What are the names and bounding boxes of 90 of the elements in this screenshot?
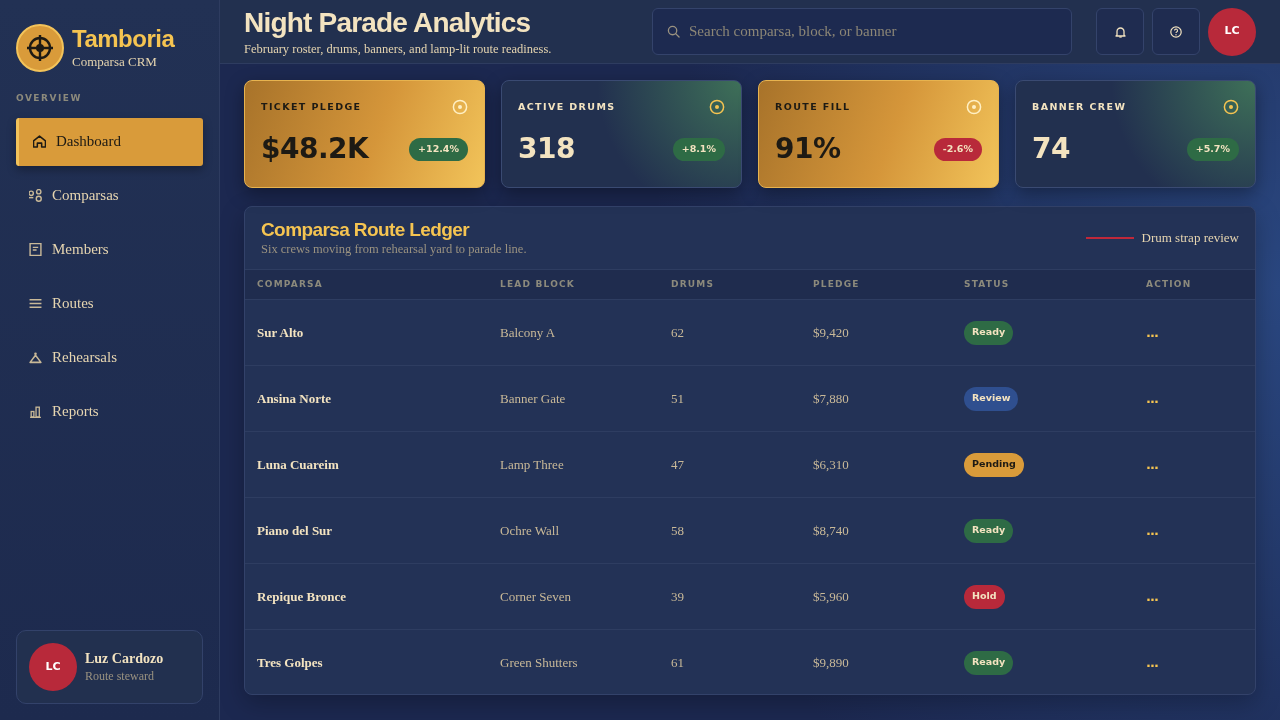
table-cell-text: $7,880	[813, 389, 849, 408]
target-icon	[966, 99, 982, 115]
table-cell-text: $9,890	[813, 653, 849, 672]
brand-subtitle: Comparsa CRM	[72, 53, 158, 71]
status-badge: Review	[964, 386, 1019, 411]
row-actions-button[interactable]: ...	[1146, 589, 1158, 604]
help-button[interactable]	[1152, 8, 1200, 55]
column-header: DRUMS	[671, 277, 715, 291]
table-cell-text: Ochre Wall	[500, 521, 559, 540]
nav-item[interactable]: Reports	[16, 387, 203, 436]
ledger-title: Comparsa Route Ledger	[261, 219, 471, 241]
table-cell-text: $6,310	[813, 455, 849, 474]
target-icon	[709, 99, 725, 115]
table-cell-text: 47	[671, 455, 684, 474]
row-actions-button[interactable]: ...	[1146, 523, 1158, 538]
lines-icon	[29, 297, 42, 310]
row-actions-button[interactable]: ...	[1146, 457, 1158, 472]
search-icon	[667, 25, 680, 38]
nav-item[interactable]: Members	[16, 225, 203, 274]
kpi-value: 91%	[775, 132, 841, 166]
column-header: ACTION	[1146, 277, 1192, 291]
delta-badge: +8.1%	[672, 137, 725, 161]
section-label: OVERVIEW	[15, 92, 82, 105]
table-cell-text: Luna Cuareim	[257, 455, 339, 474]
target-icon	[1223, 99, 1239, 115]
search-field[interactable]: Search comparsa, block, or banner	[652, 8, 1072, 55]
user-avatar: LC	[29, 643, 77, 691]
table-cell-text: Ansina Norte	[257, 389, 332, 408]
table-cell-text: Balcony A	[500, 323, 556, 342]
circles-icon	[29, 189, 42, 202]
table-cell-text: 39	[671, 587, 684, 606]
delta-badge: +12.4%	[409, 137, 468, 161]
status-badge: Hold	[964, 584, 1005, 609]
column-header: STATUS	[964, 277, 1010, 291]
kpi-value: 74	[1032, 132, 1070, 166]
table-cell-text: Tres Golpes	[257, 653, 323, 672]
table-cell-text: Lamp Three	[500, 455, 564, 474]
table-cell-text: Banner Gate	[500, 389, 566, 408]
column-header: COMPARSA	[257, 277, 323, 291]
delta-badge: -2.6%	[933, 137, 982, 161]
bell-icon	[1114, 25, 1126, 38]
bar-chart-icon	[29, 405, 42, 418]
legend-line-icon	[1085, 237, 1134, 239]
ledger-subtitle: Six crews moving from rehearsal yard to parade line.	[261, 241, 527, 257]
row-actions-button[interactable]: ...	[1146, 325, 1158, 340]
table-cell-text: Green Shutters	[500, 653, 578, 672]
brand-name: Tamboria	[72, 25, 175, 53]
status-badge: Ready	[964, 650, 1014, 675]
user-avatar[interactable]: LC	[1208, 7, 1256, 56]
document-icon	[29, 243, 42, 256]
delta-badge: +5.7%	[1186, 137, 1239, 161]
nav-item[interactable]: Rehearsals	[16, 333, 203, 382]
legend-label: Drum strap review	[1141, 229, 1239, 248]
table-cell-text: Piano del Sur	[257, 521, 333, 540]
table-cell-text: 61	[671, 653, 684, 672]
status-badge: Pending	[964, 452, 1024, 477]
table-cell-text: $8,740	[813, 521, 849, 540]
table-cell-text: $9,420	[813, 323, 849, 342]
user-role: Route steward	[85, 668, 155, 684]
user-name: Luz Cardozo	[85, 650, 164, 668]
table-cell-text: Corner Seven	[500, 587, 572, 606]
table-cell-text: $5,960	[813, 587, 849, 606]
row-actions-button[interactable]: ...	[1146, 655, 1158, 670]
page-subtitle: February roster, drums, banners, and lamp-lit route readiness.	[244, 40, 552, 57]
status-badge: Ready	[964, 320, 1014, 345]
status-badge: Ready	[964, 518, 1014, 543]
kpi-label: ROUTE FILL	[775, 99, 851, 114]
table-cell-text: 58	[671, 521, 684, 540]
kpi-label: ACTIVE DRUMS	[518, 99, 616, 114]
table-cell-text: 62	[671, 323, 684, 342]
kpi-value: $48.2K	[261, 132, 369, 166]
home-icon	[33, 135, 46, 148]
kpi-label: BANNER CREW	[1032, 99, 1127, 114]
page-title: Night Parade Analytics	[244, 6, 532, 39]
table-cell-text: Sur Alto	[257, 323, 304, 342]
table-cell-text: 51	[671, 389, 684, 408]
kpi-value: 318	[518, 132, 575, 166]
kpi-label: TICKET PLEDGE	[261, 99, 362, 114]
column-header: LEAD BLOCK	[500, 277, 575, 291]
target-icon	[452, 99, 468, 115]
row-actions-button[interactable]: ...	[1146, 391, 1158, 406]
table-cell-text: Repique Bronce	[257, 587, 346, 606]
column-header: PLEDGE	[813, 277, 860, 291]
nav-item[interactable]: Comparsas	[16, 171, 203, 220]
nav-item[interactable]: Routes	[16, 279, 203, 328]
help-icon	[1170, 25, 1182, 38]
nav-item[interactable]: Dashboard	[16, 117, 203, 166]
notifications-button[interactable]	[1096, 8, 1144, 55]
triangle-icon	[29, 351, 42, 364]
crosshair-logo-icon	[16, 24, 64, 72]
